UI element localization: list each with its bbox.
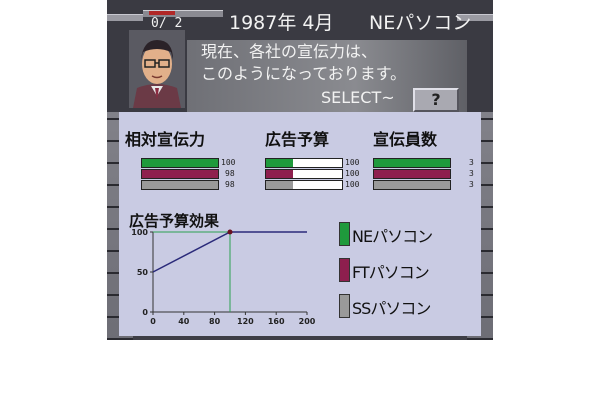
legend-label-ft: FTパソコン: [352, 263, 430, 282]
legend-label-ne: NEパソコン: [352, 227, 433, 246]
x-tick-label: 160: [268, 317, 285, 326]
message-line-2: このようになっております。: [201, 64, 407, 83]
budget-bar-ss: [265, 180, 343, 190]
date-text: 1987年 4月: [229, 12, 334, 34]
turn-text: 0/ 2: [151, 16, 183, 31]
ad-budget-effect-chart: 0 40 80 120 160 200 0 50 100: [131, 228, 316, 326]
company-name: NEパソコン: [369, 12, 472, 34]
budget-value-ss: 100: [345, 180, 360, 189]
x-tick-label: 40: [178, 317, 190, 326]
relative-value-ne: 100: [221, 158, 236, 167]
x-tick-label: 120: [237, 317, 254, 326]
budget-bar-ne: [265, 158, 343, 168]
relative-power-title: 相対宣伝力: [125, 130, 206, 149]
header-bar-left: [107, 14, 143, 21]
select-label: SELECT~: [321, 88, 395, 107]
legend-swatch-ne: [339, 222, 350, 246]
legend-label-ss: SSパソコン: [352, 299, 431, 318]
game-screen: 0/ 2 1987年 4月 NEパソコン 現在、各社の宣伝力は、 このようになっ…: [107, 0, 493, 340]
staff-bar-ne: [373, 158, 451, 168]
budget-value-ft: 100: [345, 169, 360, 178]
relative-bar-ne: [141, 158, 219, 168]
staff-bar-ss: [373, 180, 451, 190]
staff-bar-ft: [373, 169, 451, 179]
y-tick-label: 50: [137, 268, 149, 277]
budget-value-ne: 100: [345, 158, 360, 167]
relative-value-ss: 98: [225, 180, 235, 189]
budget-bar-ft: [265, 169, 343, 179]
ad-staff-title: 宣伝員数: [373, 130, 438, 149]
advisor-portrait: [129, 30, 185, 108]
ad-budget-title: 広告予算: [265, 130, 330, 149]
staff-value-ss: 3: [469, 180, 474, 189]
turn-counter: 0/ 2: [143, 10, 223, 31]
message-line-1: 現在、各社の宣伝力は、: [201, 42, 378, 61]
header: 0/ 2 1987年 4月 NEパソコン 現在、各社の宣伝力は、 このようになっ…: [107, 0, 493, 112]
relative-bar-ft: [141, 169, 219, 179]
x-tick-label: 0: [150, 317, 156, 326]
legend-swatch-ft: [339, 258, 350, 282]
y-tick-label: 100: [131, 228, 148, 237]
help-button[interactable]: ?: [413, 88, 459, 112]
y-tick-label: 0: [142, 308, 148, 317]
x-tick-label: 80: [209, 317, 221, 326]
staff-value-ne: 3: [469, 158, 474, 167]
stats-panel: 相対宣伝力 広告予算 宣伝員数 100 98 98 100 100 100 3 …: [119, 112, 481, 336]
relative-bar-ss: [141, 180, 219, 190]
current-budget-marker: [227, 229, 233, 235]
x-tick-label: 200: [299, 317, 316, 326]
legend-swatch-ss: [339, 294, 350, 318]
staff-value-ft: 3: [469, 169, 474, 178]
relative-value-ft: 98: [225, 169, 235, 178]
